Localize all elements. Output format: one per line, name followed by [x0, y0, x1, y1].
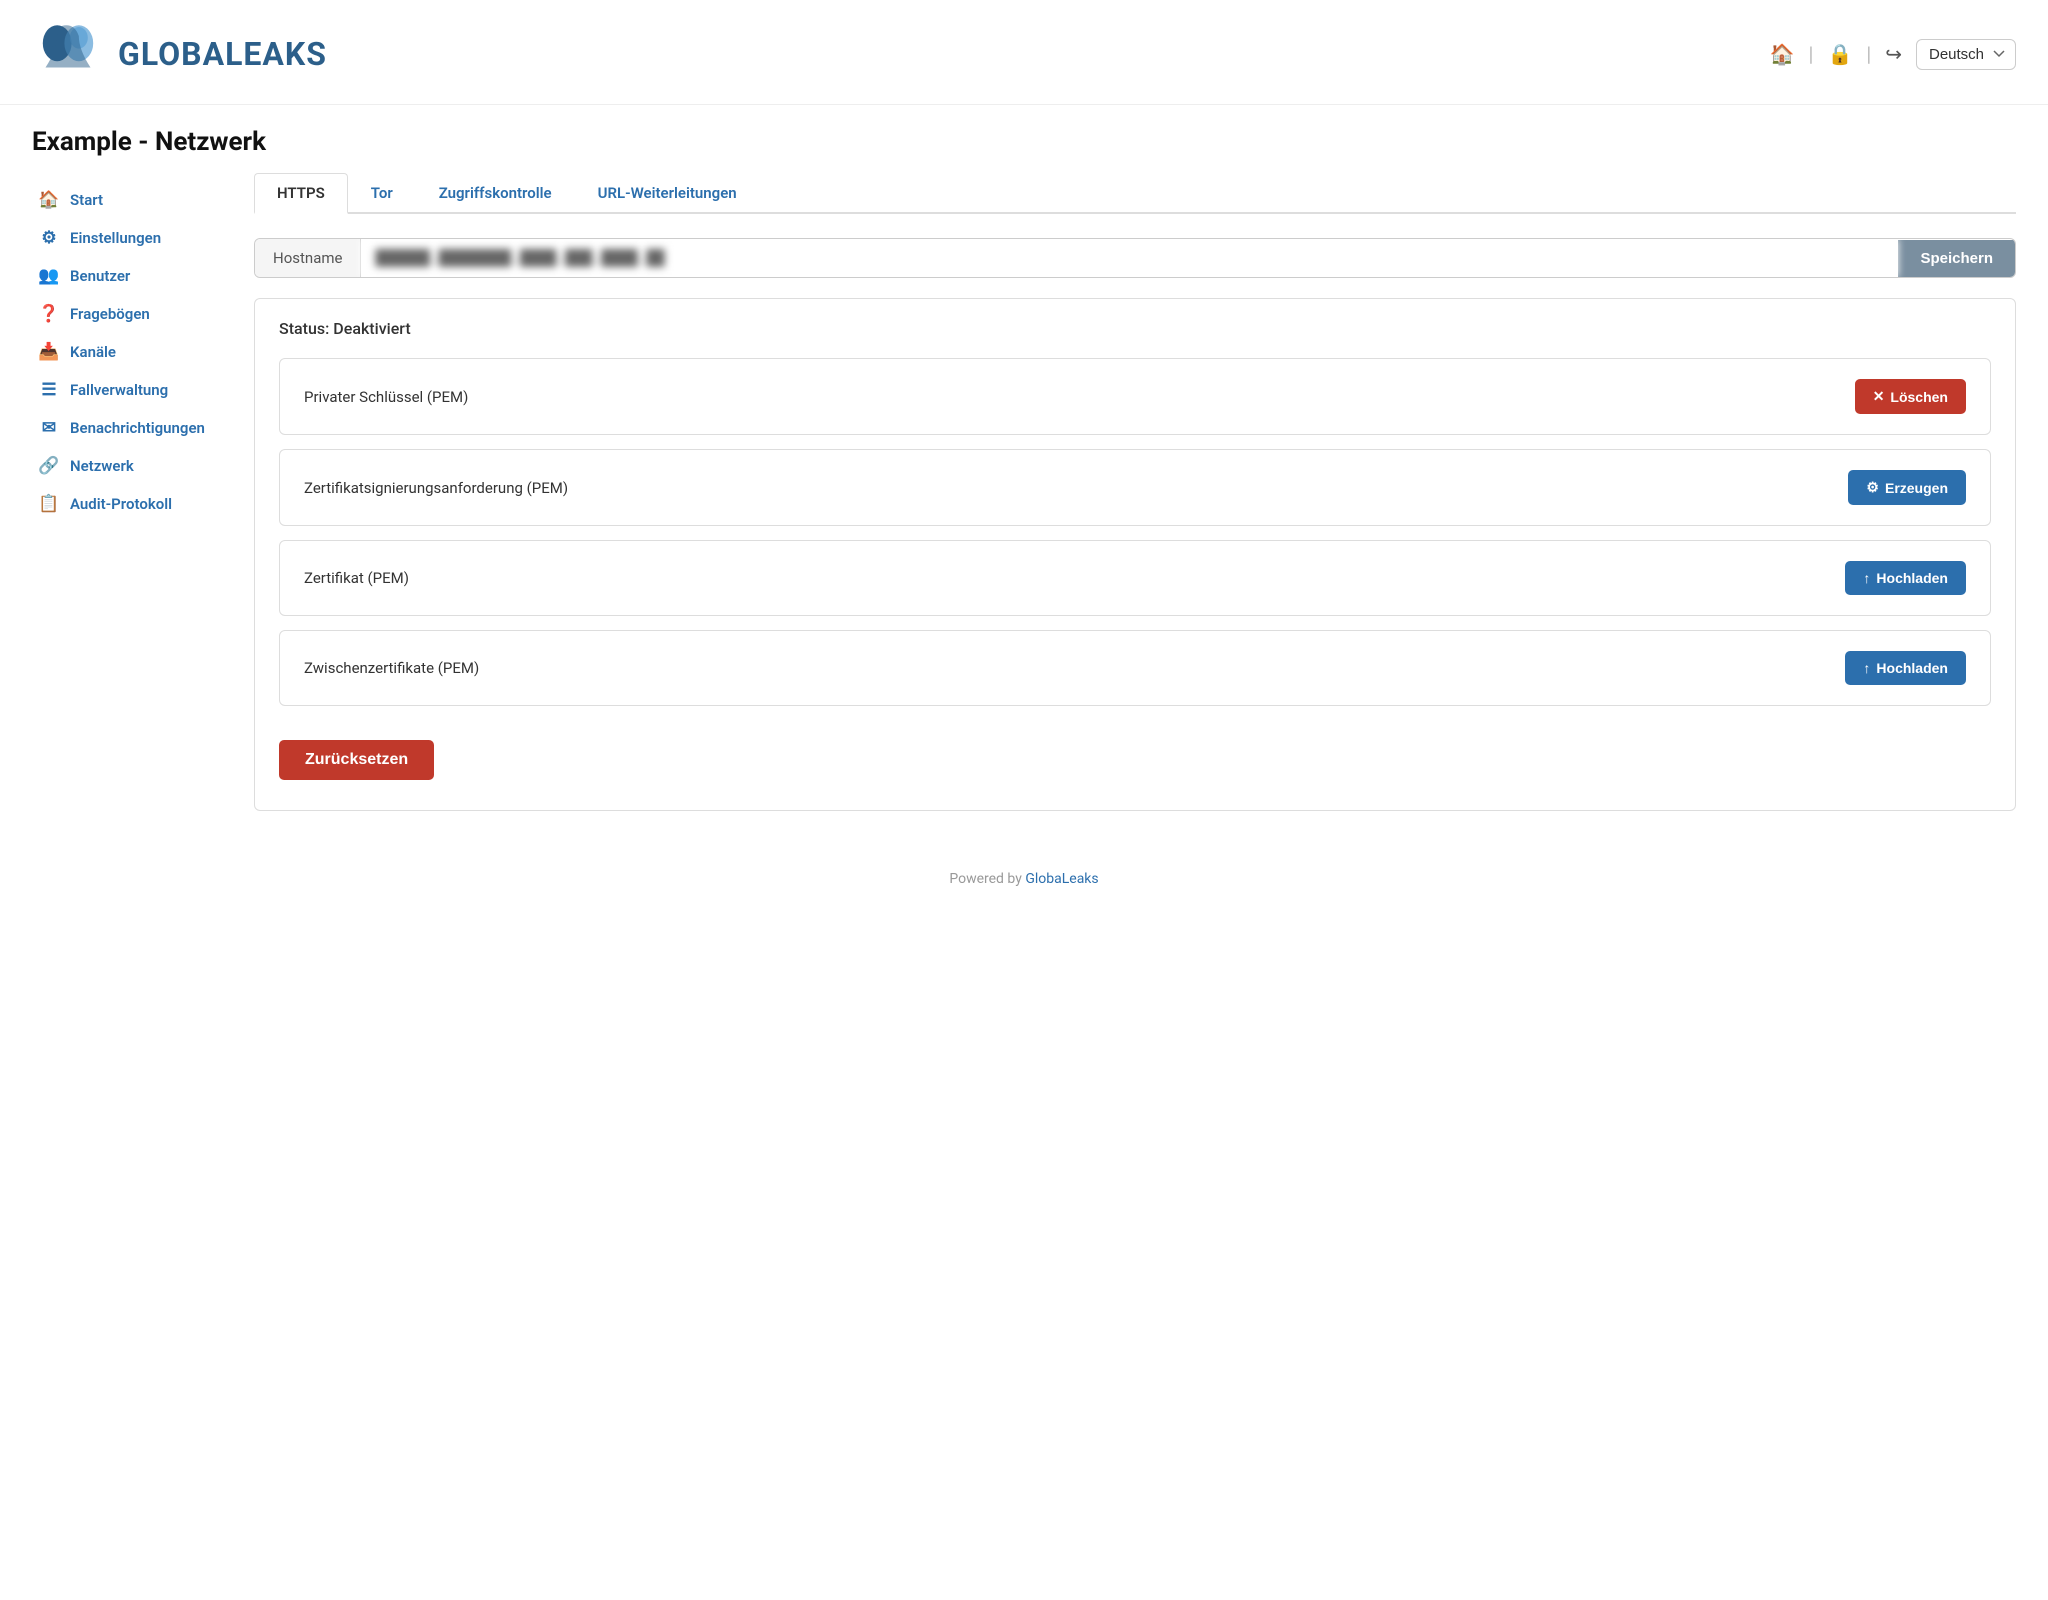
main-layout: 🏠 Start ⚙ Einstellungen 👥 Benutzer ❓ Fra… [0, 173, 2048, 851]
x-icon: ✕ [1873, 388, 1885, 405]
löschen-button[interactable]: ✕ Löschen [1855, 379, 1966, 414]
sidebar-label-einstellungen: Einstellungen [70, 229, 161, 247]
sidebar-label-netzwerk: Netzwerk [70, 457, 134, 475]
users-sidebar-icon: 👥 [38, 266, 60, 286]
sidebar-label-benutzer: Benutzer [70, 267, 130, 285]
sidebar-item-start[interactable]: 🏠 Start [32, 181, 222, 219]
status-card: Status: Deaktiviert Privater Schlüssel (… [254, 298, 2016, 811]
sidebar-item-fallverwaltung[interactable]: ☰ Fallverwaltung [32, 371, 222, 409]
footer-link[interactable]: GlobaLeaks [1025, 871, 1098, 887]
sidebar-label-fragebögen: Fragebögen [70, 305, 150, 323]
audit-sidebar-icon: 📋 [38, 494, 60, 514]
pem-row-zertifikat: Zertifikat (PEM) ↑ Hochladen [279, 540, 1991, 616]
sidebar-item-kanäle[interactable]: 📥 Kanäle [32, 333, 222, 371]
footer: Powered by GlobaLeaks [0, 851, 2048, 907]
header: GLOBALEAKS 🏠 | 🔒 | ↪ Deutsch English Fra… [0, 0, 2048, 105]
settings-sidebar-icon: ⚙ [38, 228, 60, 248]
sidebar-item-benachrichtigungen[interactable]: ✉ Benachrichtigungen [32, 409, 222, 447]
sidebar: 🏠 Start ⚙ Einstellungen 👥 Benutzer ❓ Fra… [32, 173, 222, 811]
sidebar-label-kanäle: Kanäle [70, 343, 116, 361]
hostname-save-button[interactable]: Speichern [1898, 240, 2015, 277]
pem-label-privater-schlüssel: Privater Schlüssel (PEM) [304, 388, 468, 406]
header-right: 🏠 | 🔒 | ↪ Deutsch English Français Españ… [1766, 38, 2016, 70]
erzeugen-button[interactable]: ⚙ Erzeugen [1848, 470, 1966, 505]
sidebar-item-einstellungen[interactable]: ⚙ Einstellungen [32, 219, 222, 257]
sidebar-item-benutzer[interactable]: 👥 Benutzer [32, 257, 222, 295]
pem-label-zwischenzertifikate: Zwischenzertifikate (PEM) [304, 659, 479, 677]
page-title-area: Example - Netzwerk [0, 105, 2048, 173]
sidebar-item-audit-protokoll[interactable]: 📋 Audit-Protokoll [32, 485, 222, 523]
language-selector-wrapper: Deutsch English Français Español [1916, 39, 2016, 70]
home-sidebar-icon: 🏠 [38, 190, 60, 210]
footer-text: Powered by [949, 871, 1022, 887]
logo-text: GLOBALEAKS [118, 35, 327, 73]
tab-zugriffskontrolle[interactable]: Zugriffskontrolle [416, 173, 575, 214]
hochladen-label-zertifikat: Hochladen [1876, 570, 1948, 586]
page-title: Example - Netzwerk [32, 127, 2016, 157]
hostname-input[interactable] [361, 239, 1898, 277]
pem-row-zwischenzertifikate: Zwischenzertifikate (PEM) ↑ Hochladen [279, 630, 1991, 706]
separator-1: | [1809, 42, 1814, 66]
network-sidebar-icon: 🔗 [38, 456, 60, 476]
content-area: HTTPS Tor Zugriffskontrolle URL-Weiterle… [254, 173, 2016, 811]
löschen-label: Löschen [1890, 389, 1948, 405]
erzeugen-label: Erzeugen [1885, 480, 1948, 496]
sidebar-label-start: Start [70, 191, 103, 209]
pem-row-zertifikatsignierung: Zertifikatsignierungsanforderung (PEM) ⚙… [279, 449, 1991, 526]
sidebar-label-fallverwaltung: Fallverwaltung [70, 381, 168, 399]
hostname-row: Hostname Speichern [254, 238, 2016, 278]
status-text: Status: Deaktiviert [279, 319, 1991, 338]
sidebar-item-fragebögen[interactable]: ❓ Fragebögen [32, 295, 222, 333]
upload-icon-zwischenzertifikate: ↑ [1863, 660, 1870, 676]
reset-button[interactable]: Zurücksetzen [279, 740, 434, 780]
tabs: HTTPS Tor Zugriffskontrolle URL-Weiterle… [254, 173, 2016, 214]
questionnaire-sidebar-icon: ❓ [38, 304, 60, 324]
pem-label-zertifikat: Zertifikat (PEM) [304, 569, 409, 587]
sidebar-label-benachrichtigungen: Benachrichtigungen [70, 419, 205, 437]
separator-2: | [1866, 42, 1871, 66]
hochladen-label-zwischenzertifikate: Hochladen [1876, 660, 1948, 676]
hochladen-button-zertifikat[interactable]: ↑ Hochladen [1845, 561, 1966, 595]
pem-row-privater-schlüssel: Privater Schlüssel (PEM) ✕ Löschen [279, 358, 1991, 435]
tab-https[interactable]: HTTPS [254, 173, 348, 214]
logout-icon[interactable]: ↪ [1881, 38, 1906, 70]
gear-icon: ⚙ [1866, 479, 1879, 496]
user-icon[interactable]: 🔒 [1823, 38, 1856, 70]
hochladen-button-zwischenzertifikate[interactable]: ↑ Hochladen [1845, 651, 1966, 685]
tab-url-weiterleitungen[interactable]: URL-Weiterleitungen [575, 173, 760, 214]
home-icon[interactable]: 🏠 [1766, 38, 1799, 70]
notifications-sidebar-icon: ✉ [38, 418, 60, 438]
channels-sidebar-icon: 📥 [38, 342, 60, 362]
pem-label-zertifikatsignierung: Zertifikatsignierungsanforderung (PEM) [304, 479, 568, 497]
language-select[interactable]: Deutsch English Français Español [1916, 39, 2016, 70]
hostname-label: Hostname [255, 239, 361, 277]
cases-sidebar-icon: ☰ [38, 380, 60, 400]
sidebar-label-audit-protokoll: Audit-Protokoll [70, 495, 172, 513]
sidebar-item-netzwerk[interactable]: 🔗 Netzwerk [32, 447, 222, 485]
tab-tor[interactable]: Tor [348, 173, 416, 214]
logo-area: GLOBALEAKS [32, 18, 327, 90]
upload-icon-zertifikat: ↑ [1863, 570, 1870, 586]
globaleaks-logo-icon [32, 18, 104, 90]
